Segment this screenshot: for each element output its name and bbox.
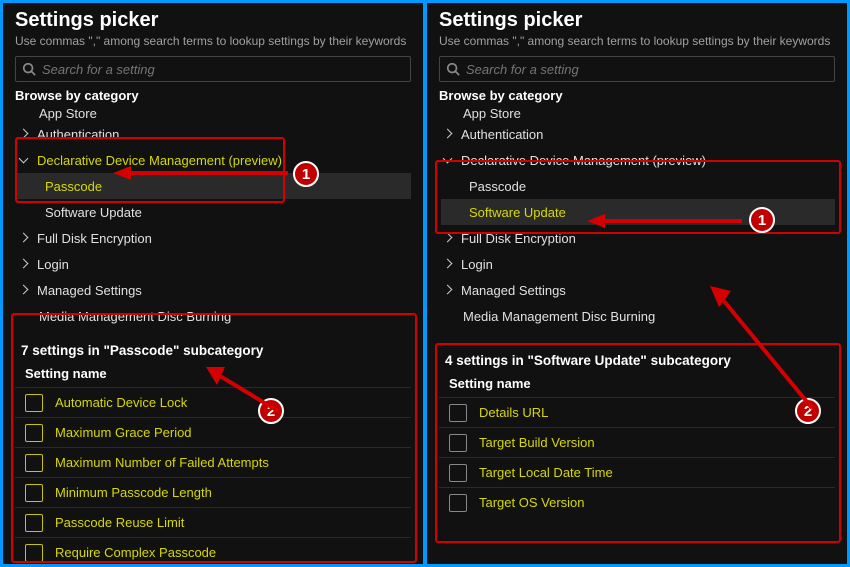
search-box[interactable] [439,56,835,82]
page-title: Settings picker [439,9,835,32]
page-title: Settings picker [15,9,411,32]
tree-item-fde[interactable]: Full Disk Encryption [17,225,411,251]
setting-row[interactable]: Maximum Grace Period [15,417,411,447]
setting-row[interactable]: Automatic Device Lock [15,387,411,417]
chevron-right-icon [17,231,31,245]
tree-item-managed-settings[interactable]: Managed Settings [17,277,411,303]
tree-item-media-burning[interactable]: Media Management Disc Burning [441,303,835,329]
settings-count-header: 4 settings in "Software Update" subcateg… [445,353,835,368]
checkbox[interactable] [25,394,43,412]
setting-row[interactable]: Target OS Version [439,487,835,517]
checkbox[interactable] [25,544,43,562]
chevron-down-icon [441,153,455,167]
page-subtitle: Use commas "," among search terms to loo… [15,34,411,48]
checkbox[interactable] [25,454,43,472]
tree-sub-passcode[interactable]: Passcode [441,173,835,199]
tree-item-fde[interactable]: Full Disk Encryption [441,225,835,251]
checkbox[interactable] [25,484,43,502]
tree-sub-passcode[interactable]: Passcode [17,173,411,199]
checkbox[interactable] [25,514,43,532]
tree-item-media-burning[interactable]: Media Management Disc Burning [17,303,411,329]
tree-sub-software-update[interactable]: Software Update [17,199,411,225]
page-subtitle: Use commas "," among search terms to loo… [439,34,835,48]
annotation-badge-1: 1 [293,161,319,187]
settings-column-header: Setting name [25,366,411,381]
browse-by-category-label: Browse by category [439,88,835,103]
chevron-right-icon [441,257,455,271]
tree-item-login[interactable]: Login [17,251,411,277]
tree-item-ddm[interactable]: Declarative Device Management (preview) [17,147,411,173]
tree-item-login[interactable]: Login [441,251,835,277]
browse-by-category-label: Browse by category [15,88,411,103]
settings-list: 4 settings in "Software Update" subcateg… [439,353,835,517]
checkbox[interactable] [449,464,467,482]
setting-row[interactable]: Target Build Version [439,427,835,457]
chevron-right-icon [441,127,455,141]
chevron-right-icon [17,283,31,297]
tree-item-app-store[interactable]: App Store [17,105,411,121]
setting-row[interactable]: Passcode Reuse Limit [15,507,411,537]
category-tree: App Store Authentication Declarative Dev… [15,105,411,329]
search-input[interactable] [42,62,404,77]
chevron-right-icon [17,257,31,271]
setting-row[interactable]: Target Local Date Time [439,457,835,487]
annotation-badge-2: 2 [258,398,284,424]
search-icon [22,62,36,76]
tree-item-managed-settings[interactable]: Managed Settings [441,277,835,303]
chevron-right-icon [441,231,455,245]
settings-picker-left: Settings picker Use commas "," among sea… [3,3,423,564]
tree-item-app-store[interactable]: App Store [441,105,835,121]
settings-picker-right: Settings picker Use commas "," among sea… [427,3,847,564]
checkbox[interactable] [449,404,467,422]
checkbox[interactable] [25,424,43,442]
setting-row[interactable]: Details URL [439,397,835,427]
tree-item-ddm[interactable]: Declarative Device Management (preview) [441,147,835,173]
setting-row[interactable]: Minimum Passcode Length [15,477,411,507]
checkbox[interactable] [449,494,467,512]
checkbox[interactable] [449,434,467,452]
settings-list: 7 settings in "Passcode" subcategory Set… [15,343,411,564]
tree-item-authentication[interactable]: Authentication [441,121,835,147]
search-icon [446,62,460,76]
settings-count-header: 7 settings in "Passcode" subcategory [21,343,411,358]
chevron-right-icon [441,283,455,297]
search-input[interactable] [466,62,828,77]
annotation-badge-1: 1 [749,207,775,233]
category-tree: App Store Authentication Declarative Dev… [439,105,835,329]
annotation-badge-2: 2 [795,398,821,424]
chevron-down-icon [17,153,31,167]
setting-row[interactable]: Maximum Number of Failed Attempts [15,447,411,477]
tree-sub-software-update[interactable]: Software Update [441,199,835,225]
settings-column-header: Setting name [449,376,835,391]
chevron-right-icon [17,127,31,141]
search-box[interactable] [15,56,411,82]
tree-item-authentication[interactable]: Authentication [17,121,411,147]
setting-row[interactable]: Require Complex Passcode [15,537,411,564]
